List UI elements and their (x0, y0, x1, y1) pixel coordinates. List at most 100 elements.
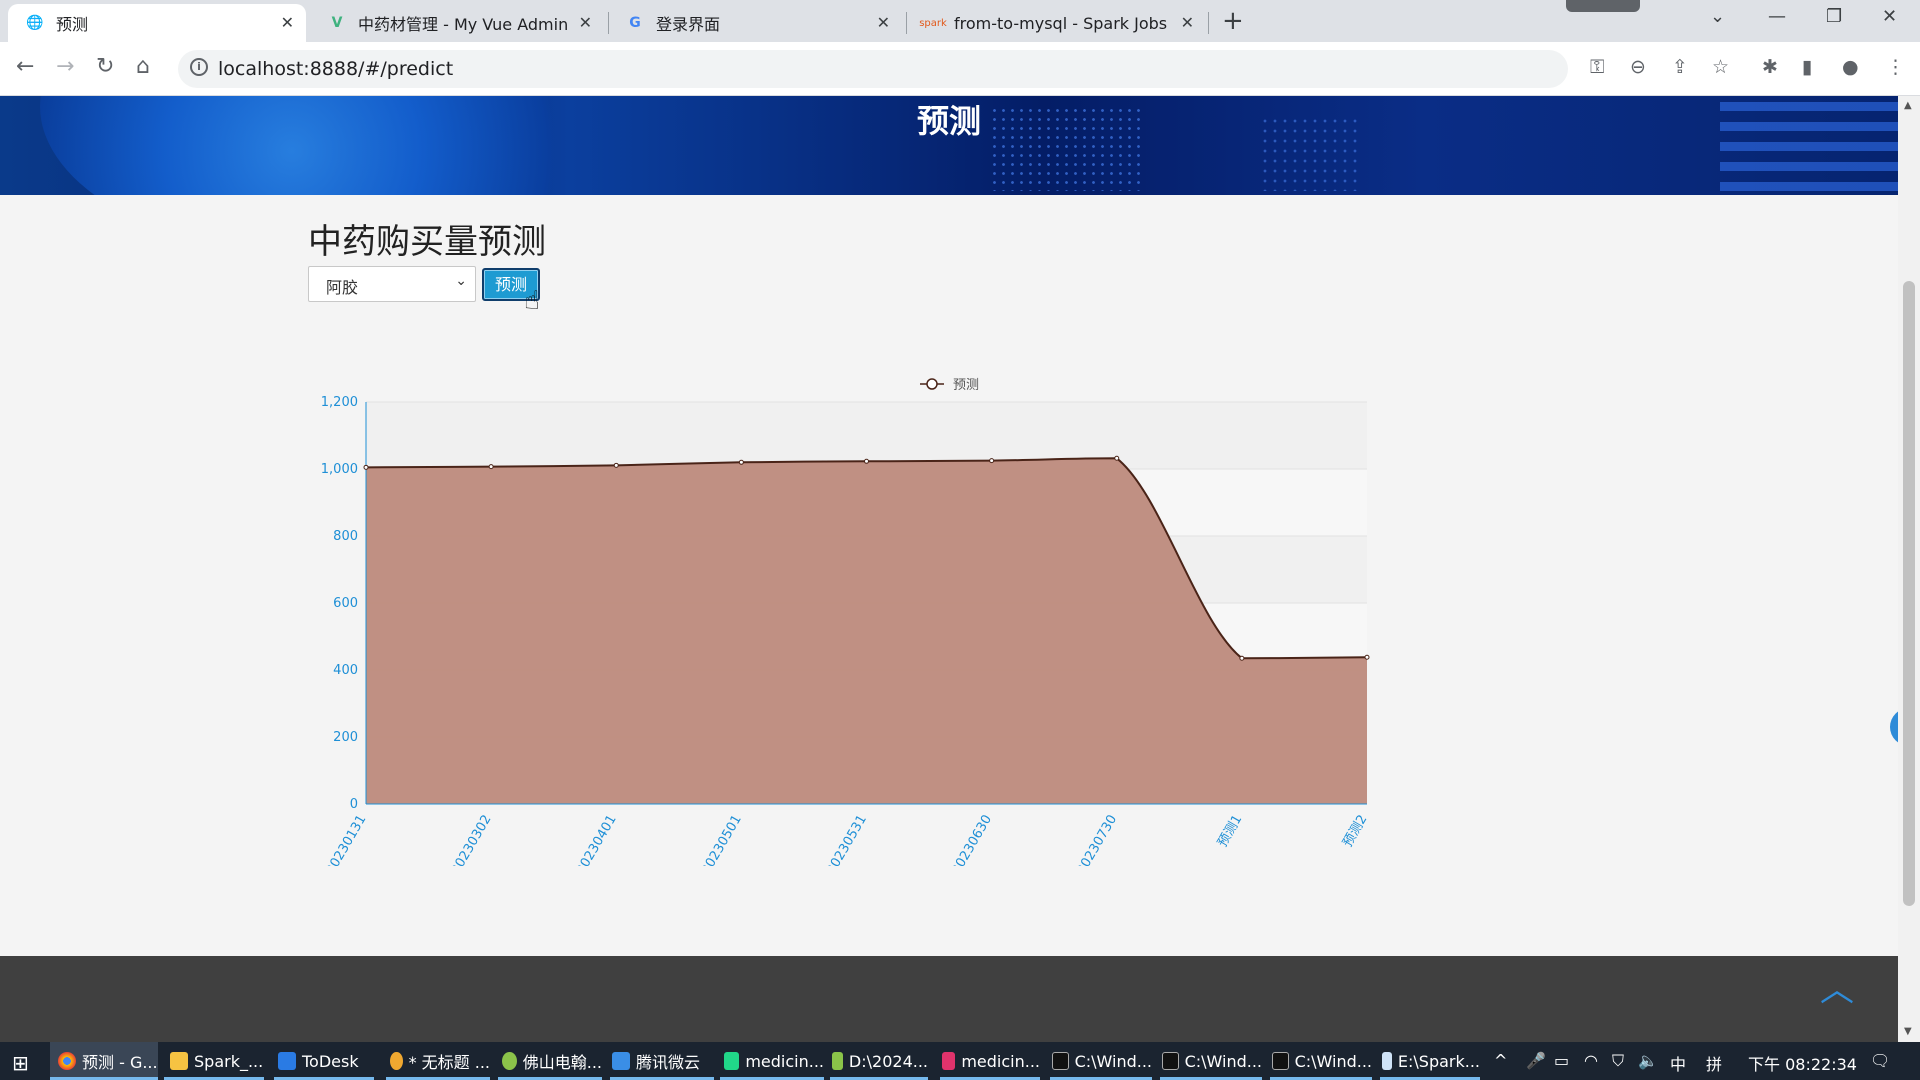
password-key-icon[interactable]: ⚿ (1590, 56, 1604, 78)
taskbar-item-chrome[interactable]: 预测 - G... (50, 1042, 158, 1080)
page-title: 中药购买量预测 (308, 222, 546, 262)
terminal-icon (1162, 1052, 1179, 1070)
windows-start-icon[interactable]: ⊞ (12, 1051, 29, 1075)
taskbar-label: 预测 - G... (82, 1053, 158, 1072)
address-bar[interactable]: i localhost:8888/#/predict (178, 50, 1568, 88)
window-icon (1382, 1052, 1392, 1070)
taskbar-label: 腾讯微云 (636, 1053, 701, 1072)
app-icon (502, 1052, 517, 1070)
taskbar-item-notepad[interactable]: D:\2024... (830, 1042, 928, 1080)
taskbar-item-cmd[interactable]: C:\Wind... (1270, 1042, 1372, 1080)
profile-avatar-icon[interactable]: ● (1842, 56, 1859, 78)
x-tick-label: 20230131 (323, 813, 369, 867)
taskbar-item-todesk[interactable]: ToDesk (274, 1042, 374, 1080)
x-tick-label: 20230630 (949, 813, 995, 867)
taskbar-item-pycharm[interactable]: medicin... (720, 1042, 824, 1080)
taskbar-item-foshan[interactable]: 佛山电翰... (498, 1042, 602, 1080)
x-tick-label: 20230401 (574, 813, 620, 867)
tab-title: 登录界面 (656, 15, 721, 34)
taskbar-item-cmd[interactable]: C:\Wind... (1050, 1042, 1152, 1080)
minimize-icon[interactable]: — (1768, 6, 1786, 27)
home-icon[interactable]: ⌂ (136, 54, 150, 79)
forward-icon[interactable]: → (56, 54, 74, 79)
close-icon[interactable]: ✕ (1181, 13, 1194, 32)
url-text[interactable]: localhost:8888/#/predict (218, 58, 453, 80)
wifi-icon[interactable]: ◠ (1584, 1051, 1598, 1070)
banner-title: 预测 (916, 102, 981, 140)
close-icon[interactable]: ✕ (579, 13, 592, 32)
back-icon[interactable]: ← (16, 54, 34, 79)
mouse-cursor-icon: ☝ (524, 286, 540, 316)
volume-icon[interactable]: 🔈 (1638, 1051, 1658, 1070)
notepad-icon (832, 1052, 843, 1070)
vue-logo-icon: V (331, 15, 343, 31)
x-tick-label: 20230501 (699, 813, 745, 867)
new-tab-icon[interactable]: + (1222, 6, 1244, 36)
tray-overflow-icon[interactable]: ^ (1494, 1051, 1507, 1070)
page-footer (0, 956, 1898, 1042)
tab-predict[interactable]: 🌐 预测 ✕ (8, 4, 306, 42)
tab-vue-admin[interactable]: V 中药材管理 - My Vue Admin ✕ (310, 4, 604, 42)
tab-search-chevron-icon[interactable]: ⌄ (1710, 6, 1725, 27)
tab-spark-jobs[interactable]: spark from-to-mysql - Spark Jobs ✕ (906, 4, 1206, 42)
chart-legend: 预测 (920, 378, 979, 393)
data-point (1239, 655, 1245, 661)
globe-icon: 🌐 (26, 15, 44, 31)
y-tick-label: 200 (333, 730, 358, 745)
taskbar-item-explorer[interactable]: E:\Spark... (1380, 1042, 1480, 1080)
scroll-down-icon[interactable]: ▼ (1904, 1026, 1912, 1037)
x-tick-label: 20230531 (824, 813, 870, 867)
herb-select[interactable]: 阿胶 ⌄ (308, 266, 476, 302)
close-icon[interactable]: ✕ (877, 13, 890, 32)
microphone-icon[interactable]: 🎤 (1526, 1051, 1546, 1070)
x-tick-label: 预测2 (1340, 813, 1370, 850)
window-close-icon[interactable]: ✕ (1882, 6, 1897, 27)
ime-indicator[interactable]: 中 (1670, 1051, 1686, 1075)
taskbar-item-weiyun[interactable]: 腾讯微云 (610, 1042, 714, 1080)
taskbar-label: C:\Wind... (1074, 1051, 1152, 1071)
taskbar-label: C:\Wind... (1184, 1051, 1262, 1071)
x-tick-label: 预测1 (1215, 813, 1245, 850)
data-point (613, 462, 619, 468)
menu-kebab-icon[interactable]: ⋮ (1886, 56, 1905, 78)
battery-icon[interactable]: ▭ (1554, 1051, 1569, 1070)
taskbar-item-idea[interactable]: medicin... (940, 1042, 1040, 1080)
scrollbar-thumb[interactable] (1903, 281, 1915, 906)
shield-icon[interactable]: ⛉ (1612, 1051, 1624, 1071)
page-scrollbar[interactable]: ▲ ▼ (1898, 96, 1920, 1042)
share-icon[interactable]: ⇪ (1672, 56, 1688, 78)
reload-icon[interactable]: ↻ (96, 54, 114, 79)
data-point (864, 458, 869, 464)
ime-mode-indicator[interactable]: 拼 (1706, 1051, 1722, 1075)
restore-icon[interactable]: ❐ (1826, 6, 1842, 27)
bookmark-star-icon[interactable]: ☆ (1712, 56, 1729, 78)
scroll-up-icon[interactable]: ▲ (1904, 100, 1912, 111)
browser-tab-bar: 🌐 预测 ✕ V 中药材管理 - My Vue Admin ✕ G 登录界面 ✕… (0, 0, 1920, 42)
taskbar-label: 佛山电翰... (522, 1053, 602, 1072)
y-tick-label: 800 (333, 529, 358, 544)
close-icon[interactable]: ✕ (281, 13, 294, 32)
data-point (738, 459, 744, 465)
legend-label[interactable]: 预测 (953, 378, 979, 393)
site-info-icon[interactable]: i (190, 58, 208, 76)
taskbar-label: C:\Wind... (1294, 1051, 1372, 1071)
zoom-icon[interactable]: ⊖ (1630, 56, 1646, 78)
taskbar-item-untitled[interactable]: * 无标题 ... (386, 1042, 490, 1080)
terminal-icon (1272, 1052, 1289, 1070)
back-to-top-icon[interactable]: ︿ (1820, 962, 1854, 1011)
taskbar-item-cmd[interactable]: C:\Wind... (1160, 1042, 1262, 1080)
y-tick-label: 0 (350, 797, 358, 812)
taskbar-item-spark[interactable]: Spark_... (164, 1042, 264, 1080)
taskbar-label: * 无标题 ... (408, 1053, 490, 1072)
folder-icon (170, 1052, 188, 1070)
paint-icon (390, 1052, 403, 1070)
todesk-icon (278, 1052, 296, 1070)
clock[interactable]: 下午 08:22:34 (1748, 1051, 1857, 1075)
notification-icon[interactable]: 🗨 (1870, 1051, 1890, 1070)
tab-login[interactable]: G 登录界面 ✕ (608, 4, 902, 42)
side-panel-icon[interactable]: ▮ (1802, 56, 1812, 78)
extensions-icon[interactable]: ✱ (1762, 56, 1778, 78)
pycharm-icon (724, 1052, 740, 1070)
y-tick-label: 1,200 (321, 395, 358, 410)
chevron-down-icon: ⌄ (455, 273, 467, 289)
